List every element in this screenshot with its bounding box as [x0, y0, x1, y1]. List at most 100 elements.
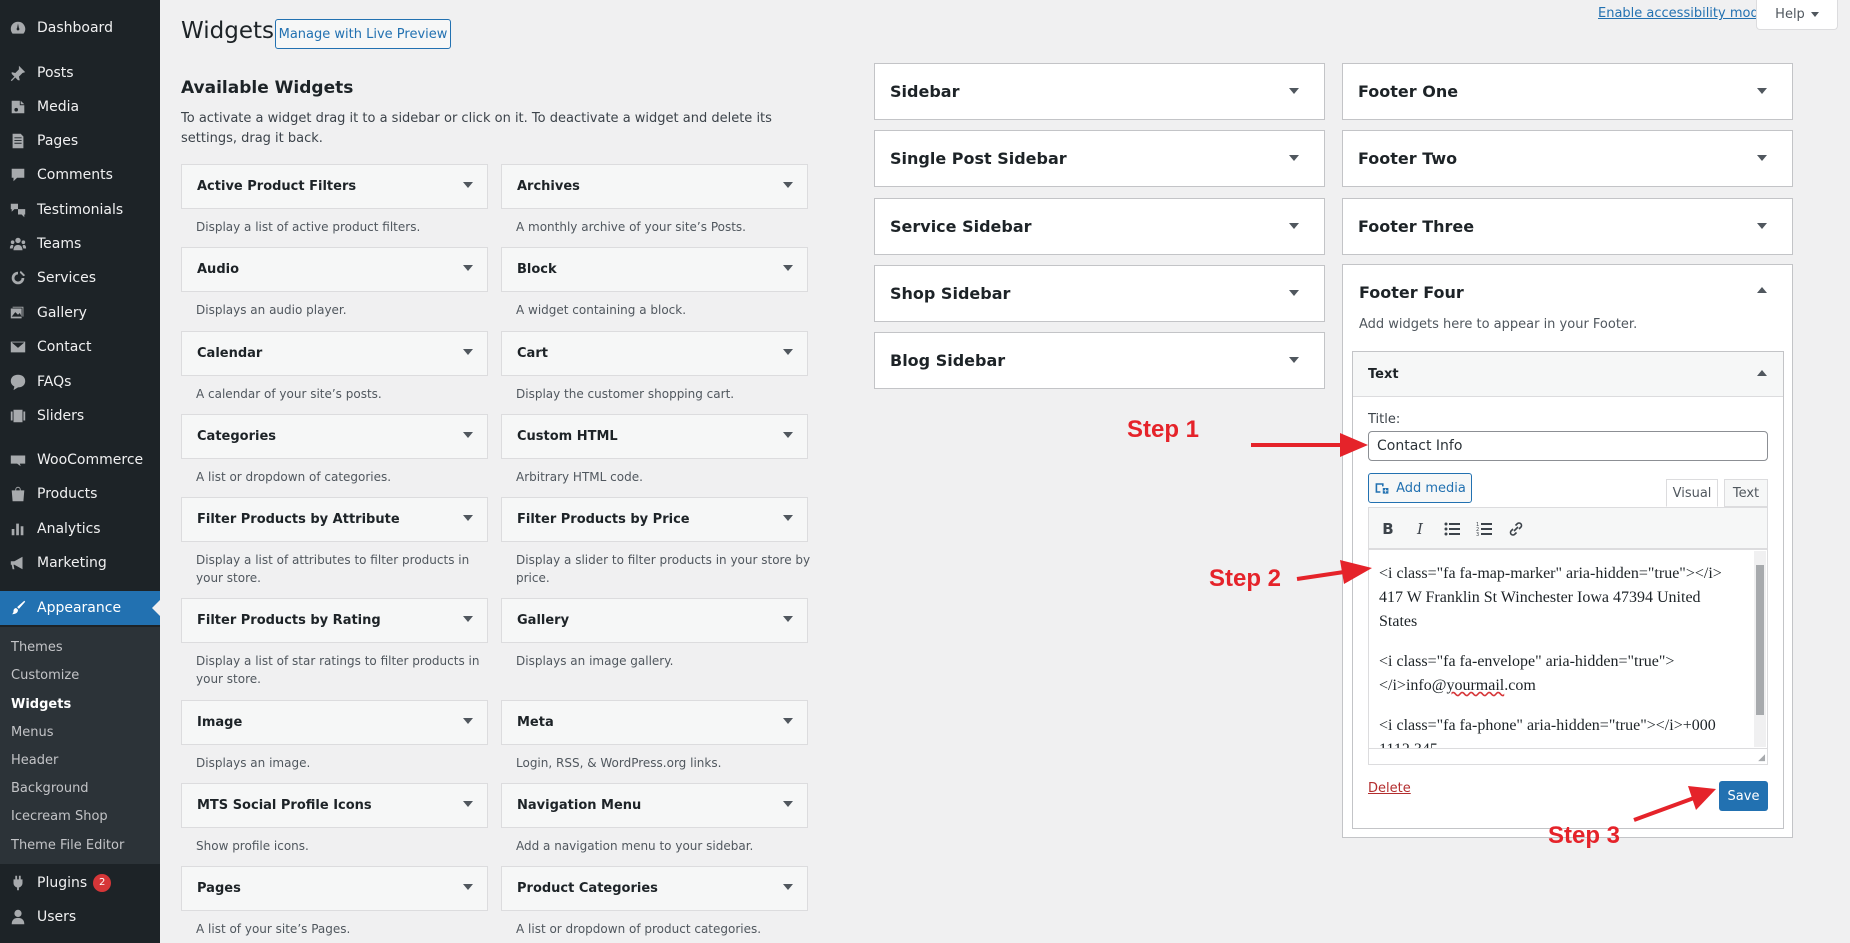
step-1-label: Step 1 — [1127, 416, 1200, 443]
sidebar-title[interactable]: Footer Four — [1359, 283, 1464, 302]
numbered-list-icon[interactable]: 123 — [1473, 518, 1495, 540]
menu-item-analytics[interactable]: Analytics — [0, 512, 160, 546]
widget-description: A list of your site’s Pages. — [196, 922, 351, 936]
sidebar-area-blog[interactable]: Blog Sidebar — [874, 332, 1325, 389]
menu-item-faqs[interactable]: FAQs — [0, 365, 160, 399]
submenu-themes[interactable]: Themes — [11, 640, 63, 655]
widget-product-categories[interactable]: Product Categories — [501, 866, 808, 911]
scrollbar-thumb[interactable] — [1756, 565, 1764, 715]
menu-item-teams[interactable]: Teams — [0, 227, 160, 261]
widget-categories[interactable]: Categories — [181, 414, 488, 459]
widget-navigation-menu[interactable]: Navigation Menu — [501, 783, 808, 828]
editor-scrollbar[interactable] — [1754, 551, 1766, 747]
brush-icon — [8, 598, 28, 618]
widget-title: Filter Products by Attribute — [197, 512, 400, 527]
caret-down-icon — [1289, 155, 1299, 161]
menu-label: Analytics — [37, 521, 101, 537]
add-media-button[interactable]: Add media — [1368, 473, 1472, 503]
menu-item-services[interactable]: Services — [0, 261, 160, 295]
delete-link[interactable]: Delete — [1368, 781, 1411, 796]
menu-item-products[interactable]: Products — [0, 477, 160, 511]
menu-label: Plugins — [37, 875, 88, 891]
caret-down-icon — [463, 432, 473, 438]
live-preview-button[interactable]: Manage with Live Preview — [275, 19, 451, 49]
menu-item-sliders[interactable]: Sliders — [0, 399, 160, 433]
menu-item-marketing[interactable]: Marketing — [0, 546, 160, 580]
submenu-customize[interactable]: Customize — [11, 668, 79, 683]
submenu-header[interactable]: Header — [11, 753, 58, 768]
widget-mts-social-profile-icons[interactable]: MTS Social Profile Icons — [181, 783, 488, 828]
widget-description: Display a list of star ratings to filter… — [196, 654, 480, 686]
widget-image[interactable]: Image — [181, 700, 488, 745]
step-3-label: Step 3 — [1548, 822, 1621, 849]
resize-handle-icon[interactable]: ◢ — [1758, 753, 1765, 763]
caret-up-icon[interactable] — [1757, 370, 1767, 376]
menu-item-appearance[interactable]: Appearance — [0, 591, 160, 625]
widget-filter-by-rating[interactable]: Filter Products by Rating — [181, 598, 488, 643]
tab-visual[interactable]: Visual — [1666, 479, 1718, 507]
caret-up-icon[interactable] — [1757, 287, 1767, 293]
menu-item-comments[interactable]: Comments — [0, 158, 160, 192]
submenu-background[interactable]: Background — [11, 781, 89, 796]
widget-audio[interactable]: Audio — [181, 247, 488, 292]
widget-gallery[interactable]: Gallery — [501, 598, 808, 643]
widget-title-input[interactable] — [1368, 431, 1768, 461]
sidebar-area-single-post[interactable]: Single Post Sidebar — [874, 130, 1325, 187]
menu-item-woocommerce[interactable]: WooCommerce — [0, 443, 160, 477]
sidebar-area-footer-two[interactable]: Footer Two — [1342, 130, 1793, 187]
sidebar-area-footer-three[interactable]: Footer Three — [1342, 198, 1793, 255]
menu-item-gallery[interactable]: Gallery — [0, 296, 160, 330]
sidebar-area-footer-one[interactable]: Footer One — [1342, 63, 1793, 120]
sidebar-area-service[interactable]: Service Sidebar — [874, 198, 1325, 255]
editor-content[interactable]: <i class="fa fa-map-marker" aria-hidden=… — [1379, 562, 1739, 748]
italic-icon[interactable]: I — [1409, 518, 1431, 540]
slides-icon — [8, 406, 28, 426]
sidebar-area-shop[interactable]: Shop Sidebar — [874, 265, 1325, 322]
widget-cart[interactable]: Cart — [501, 331, 808, 376]
submenu-icecream-shop[interactable]: Icecream Shop — [11, 809, 108, 824]
widget-filter-by-attribute[interactable]: Filter Products by Attribute — [181, 497, 488, 542]
widget-filter-by-price[interactable]: Filter Products by Price — [501, 497, 808, 542]
widget-title: Active Product Filters — [197, 179, 357, 194]
sidebar-area-sidebar[interactable]: Sidebar — [874, 63, 1325, 120]
widget-content-editor[interactable]: <i class="fa fa-map-marker" aria-hidden=… — [1368, 549, 1768, 749]
menu-item-pages[interactable]: Pages — [0, 124, 160, 158]
widget-description: Displays an image. — [196, 756, 311, 770]
text-widget-header[interactable]: Text — [1353, 352, 1783, 397]
help-tab[interactable]: Help — [1756, 0, 1838, 30]
submenu-menus[interactable]: Menus — [11, 725, 53, 740]
widget-pages[interactable]: Pages — [181, 866, 488, 911]
widget-title: Custom HTML — [517, 429, 618, 444]
widget-calendar[interactable]: Calendar — [181, 331, 488, 376]
bulleted-list-icon[interactable] — [1441, 518, 1463, 540]
sidebar-title: Sidebar — [890, 82, 960, 101]
widget-block[interactable]: Block — [501, 247, 808, 292]
editor-resize-bar[interactable]: ◢ — [1368, 749, 1768, 765]
widget-meta[interactable]: Meta — [501, 700, 808, 745]
widget-archives[interactable]: Archives — [501, 164, 808, 209]
accessibility-mode-link[interactable]: Enable accessibility mode — [1598, 6, 1767, 21]
bold-icon[interactable]: B — [1377, 518, 1399, 540]
menu-item-plugins[interactable]: Plugins 2 — [0, 866, 160, 900]
widget-title: Calendar — [197, 346, 263, 361]
menu-item-posts[interactable]: Posts — [0, 56, 160, 90]
menu-item-contact[interactable]: Contact — [0, 330, 160, 364]
tab-text[interactable]: Text — [1724, 479, 1768, 507]
email-icon — [8, 337, 28, 357]
widget-title: Navigation Menu — [517, 798, 642, 813]
menu-item-users[interactable]: Users — [0, 900, 160, 934]
step-2-label: Step 2 — [1209, 565, 1282, 592]
link-icon[interactable] — [1505, 518, 1527, 540]
widget-active-product-filters[interactable]: Active Product Filters — [181, 164, 488, 209]
menu-item-media[interactable]: Media — [0, 90, 160, 124]
submenu-theme-file-editor[interactable]: Theme File Editor — [11, 838, 124, 853]
update-count-badge: 2 — [93, 874, 112, 892]
users-icon — [8, 907, 28, 927]
widget-custom-html[interactable]: Custom HTML — [501, 414, 808, 459]
widget-title: Text — [1368, 366, 1399, 382]
menu-item-dashboard[interactable]: Dashboard — [0, 11, 160, 45]
menu-item-testimonials[interactable]: Testimonials — [0, 193, 160, 227]
submenu-widgets[interactable]: Widgets — [11, 697, 71, 712]
widget-description: Displays an image gallery. — [516, 654, 674, 668]
save-button[interactable]: Save — [1719, 781, 1768, 811]
